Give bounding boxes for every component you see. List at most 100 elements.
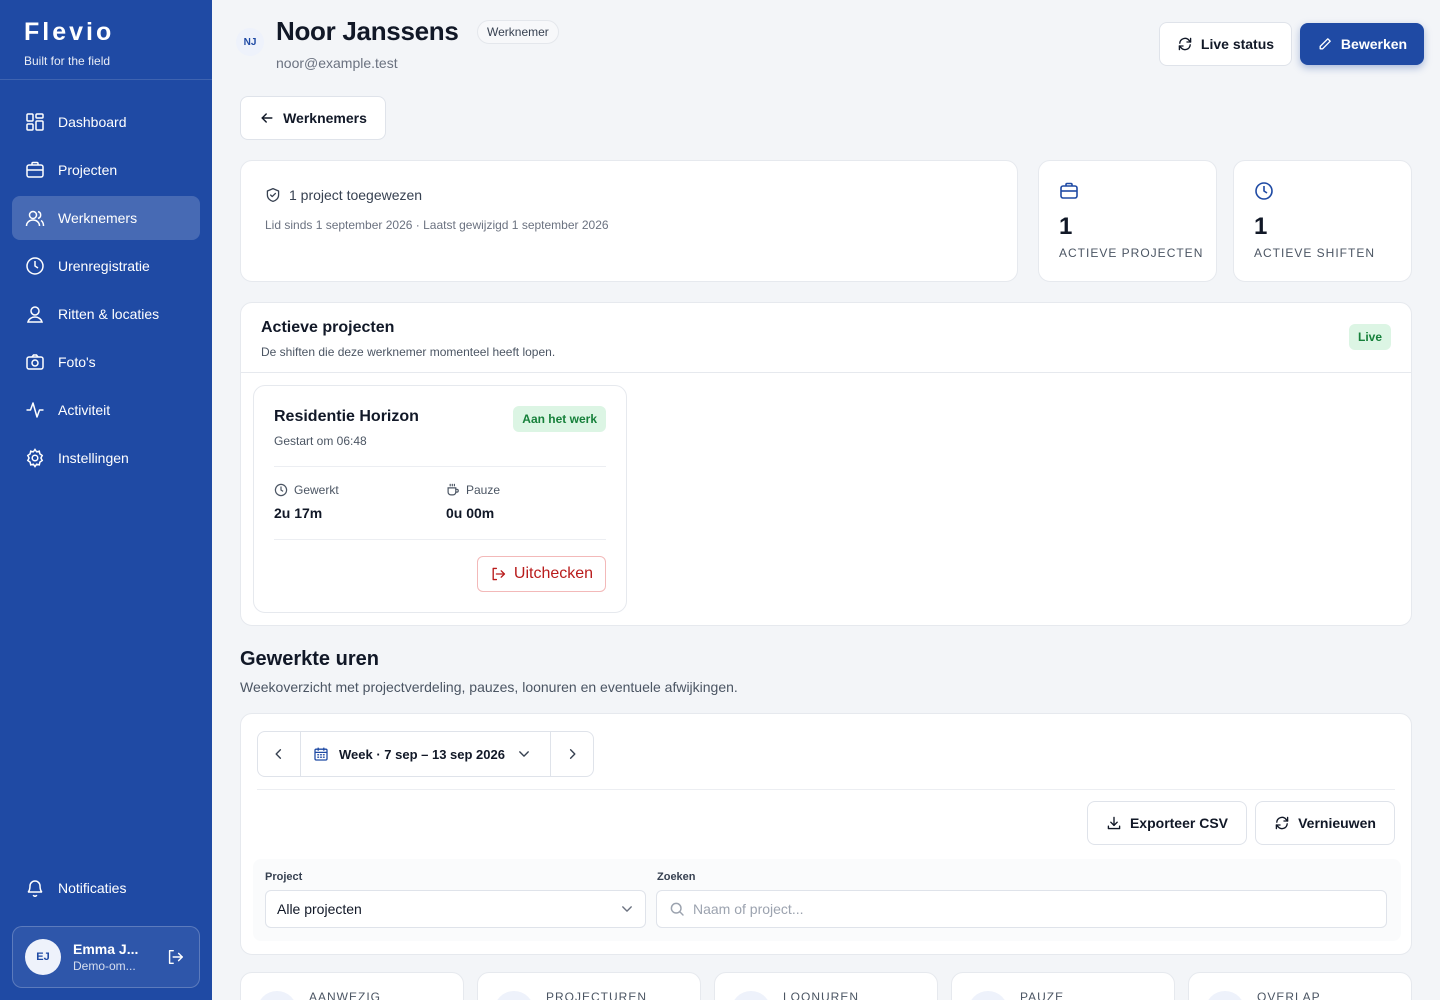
edit-label: Bewerken <box>1340 36 1408 52</box>
summary-card: 1 project toegewezen Lid sinds 1 septemb… <box>240 160 1018 282</box>
summary-card-aanwezig: AANWEZIG <box>240 972 464 1000</box>
summary-icon <box>731 991 771 1000</box>
live-badge: Live <box>1348 324 1391 350</box>
download-icon <box>1106 815 1122 831</box>
summary-label: LOONUREN <box>783 990 860 1000</box>
sidebar-item-projecten[interactable]: Projecten <box>12 148 200 192</box>
hours-panel: Week · 7 sep – 13 sep 2026 Exporteer CSV… <box>240 713 1412 955</box>
project-select[interactable]: Alle projecten <box>265 890 646 928</box>
sidebar-bottom: Notificaties <box>12 866 200 914</box>
shift-start: Gestart om 06:48 <box>274 434 367 448</box>
user-card[interactable]: EJ Emma J... Demo-om... <box>12 926 200 988</box>
search-input[interactable] <box>693 901 1374 917</box>
summary-label: PAUZE <box>1020 990 1065 1000</box>
summary-card-loonuren: LOONUREN <box>714 972 938 1000</box>
metric-value: 0u 00m <box>446 505 495 521</box>
refresh-button[interactable]: Vernieuwen <box>1255 801 1395 845</box>
week-picker[interactable]: Week · 7 sep – 13 sep 2026 <box>300 732 551 776</box>
filter-bar: Project Alle projecten Zoeken <box>253 859 1401 941</box>
main-content: NJ Noor Janssens Werknemer noor@example.… <box>212 0 1440 1000</box>
divider <box>274 466 606 467</box>
divider <box>274 539 606 540</box>
logout-icon[interactable] <box>163 945 187 969</box>
next-week-button[interactable] <box>551 732 593 776</box>
brand-name[interactable]: Flevio <box>24 18 188 46</box>
member-meta: Lid sinds 1 september 2026 · Laatst gewi… <box>265 218 609 232</box>
checkout-button[interactable]: Uitchecken <box>477 556 606 592</box>
user-meta: Emma J... Demo-om... <box>73 941 163 973</box>
edit-button[interactable]: Bewerken <box>1300 23 1424 65</box>
stat-active-shifts: 1 ACTIEVE SHIFTEN <box>1233 160 1412 282</box>
summary-icon <box>257 991 297 1000</box>
hours-title: Gewerkte uren <box>240 648 379 670</box>
checkout-label: Uitchecken <box>513 565 594 582</box>
divider <box>257 789 1395 790</box>
panel-subtitle: De shiften die deze werknemer momenteel … <box>261 345 556 359</box>
sidebar-item-urenregistratie[interactable]: Urenregistratie <box>12 244 200 288</box>
sidebar-item-notificaties[interactable]: Notificaties <box>12 866 200 910</box>
dashboard-icon <box>24 111 46 133</box>
divider <box>241 372 1411 373</box>
logout-icon <box>490 566 506 582</box>
summary-label: AANWEZIG <box>309 990 382 1000</box>
metric-value: 2u 17m <box>274 505 323 521</box>
sidebar-item-werknemers[interactable]: Werknemers <box>12 196 200 240</box>
project-name[interactable]: Residentie Horizon <box>274 408 419 426</box>
camera-icon <box>24 351 46 373</box>
export-label: Exporteer CSV <box>1129 815 1229 831</box>
summary-icon <box>494 991 534 1000</box>
map-pin-icon <box>24 303 46 325</box>
coffee-icon <box>446 483 460 497</box>
sidebar-item-fotos[interactable]: Foto's <box>12 340 200 384</box>
summary-card-pauze: PAUZE <box>951 972 1175 1000</box>
metric-label: Gewerkt <box>294 483 339 497</box>
sidebar-item-label: Projecten <box>58 162 118 178</box>
pause-metric: Pauze 0u 00m <box>446 483 500 521</box>
users-icon <box>24 207 46 229</box>
hours-subtitle: Weekoverzicht met projectverdeling, pauz… <box>240 679 738 695</box>
chevron-left-icon <box>275 749 282 759</box>
brand-tagline: Built for the field <box>24 54 111 68</box>
pencil-icon <box>1317 36 1333 52</box>
brand: Flevio Built for the field <box>0 0 212 80</box>
panel-title: Actieve projecten <box>261 319 395 336</box>
stat-value: 1 <box>1059 213 1073 240</box>
summary-icon <box>1205 991 1245 1000</box>
summary-icon <box>968 991 1008 1000</box>
briefcase-icon <box>24 159 46 181</box>
week-label: Week · 7 sep – 13 sep 2026 <box>339 746 505 762</box>
search-icon <box>669 901 685 917</box>
user-name: Emma J... <box>73 941 139 957</box>
chevron-right-icon <box>569 749 576 759</box>
clock-icon <box>1254 181 1274 201</box>
sidebar-item-label: Instellingen <box>58 450 129 466</box>
assigned-text: 1 project toegewezen <box>289 187 423 203</box>
sidebar-item-dashboard[interactable]: Dashboard <box>12 100 200 144</box>
metric-label: Pauze <box>466 483 501 497</box>
employee-avatar: NJ <box>236 28 264 56</box>
stat-label: ACTIEVE SHIFTEN <box>1254 246 1376 260</box>
sidebar-item-label: Urenregistratie <box>58 258 150 274</box>
sidebar-item-instellingen[interactable]: Instellingen <box>12 436 200 480</box>
clock-icon <box>24 255 46 277</box>
summary-label: OVERLAP <box>1257 990 1321 1000</box>
live-status-label: Live status <box>1200 36 1275 52</box>
refresh-label: Vernieuwen <box>1298 815 1376 831</box>
live-status-button[interactable]: Live status <box>1159 22 1292 66</box>
activity-icon <box>24 399 46 421</box>
refresh-icon <box>1274 815 1290 831</box>
user-org: Demo-om... <box>73 959 136 973</box>
sidebar-item-activiteit[interactable]: Activiteit <box>12 388 200 432</box>
export-csv-button[interactable]: Exporteer CSV <box>1087 801 1247 845</box>
chevron-down-icon <box>517 747 531 761</box>
back-button[interactable]: Werknemers <box>240 96 386 140</box>
sidebar-item-label: Werknemers <box>58 210 138 226</box>
search-field <box>656 890 1387 928</box>
arrow-left-icon <box>259 110 275 126</box>
prev-week-button[interactable] <box>258 732 300 776</box>
sidebar-item-label: Activiteit <box>58 402 111 418</box>
project-select-value: Alle projecten <box>277 901 362 917</box>
search-label: Zoeken <box>657 871 696 883</box>
sidebar-item-ritten[interactable]: Ritten & locaties <box>12 292 200 336</box>
active-projects-panel: Actieve projecten De shiften die deze we… <box>240 302 1412 626</box>
